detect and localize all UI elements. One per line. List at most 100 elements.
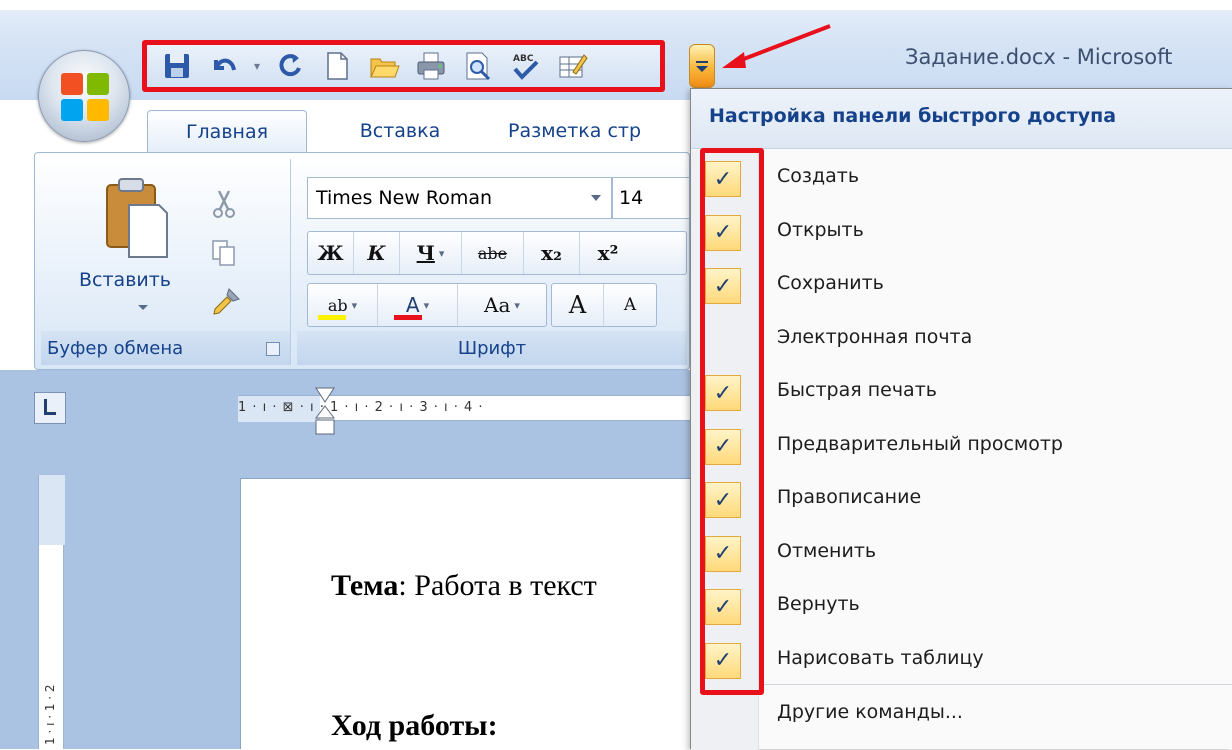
tab-page-layout[interactable]: Разметка стр — [508, 110, 690, 152]
menu-item[interactable]: ✓ Вернуть — [691, 581, 1232, 635]
paste-button[interactable]: Вставить — [79, 269, 171, 291]
menu-item[interactable]: ✓ Сохранить — [691, 260, 1232, 314]
menu-item[interactable]: ✓ Предварительный просмотр — [691, 421, 1232, 475]
font-format-row: Ж К Ч ▾ abe x₂ x² — [307, 231, 687, 275]
draw-table-button[interactable] — [550, 47, 594, 85]
chevron-down-icon[interactable] — [591, 195, 601, 201]
clipboard-group-label: Буфер обмена — [41, 331, 290, 365]
font-color-row: ab ▾ A ▾ Aa ▾ — [307, 283, 547, 327]
menu-item-label: Отменить — [777, 539, 877, 562]
menu-item-label: Правописание — [777, 486, 922, 508]
customize-qat-button[interactable] — [689, 44, 715, 88]
ruler-ticks: 1 · ı · ⊠ · ı · 1 · ı · 2 · ı · 3 · ı · … — [238, 400, 484, 415]
format-painter-icon[interactable] — [211, 287, 241, 317]
underline-glyph: Ч — [416, 241, 435, 265]
vertical-ruler[interactable]: 1 · ı · 1 · 2 — [38, 475, 65, 749]
document-page[interactable]: Тема: Работа в текст Ход работы: — [240, 478, 690, 749]
paste-dropdown-arrow[interactable] — [138, 305, 148, 310]
menu-item-label: Предварительный просмотр — [777, 432, 1063, 455]
undo-dropdown-arrow[interactable]: ▾ — [249, 47, 265, 85]
cut-scissors-icon[interactable] — [211, 189, 237, 219]
printer-icon — [417, 52, 445, 80]
change-case-icon: Aa — [484, 293, 511, 317]
chevron-down-icon[interactable]: ▾ — [439, 247, 445, 260]
font-color-icon: A — [405, 293, 420, 317]
open-button[interactable] — [362, 47, 406, 85]
customize-qat-menu: Настройка панели быстрого доступа ✓ Созда… — [690, 88, 1232, 750]
dialog-launcher-icon[interactable] — [266, 342, 280, 356]
document-progress-heading: Ход работы: — [331, 709, 498, 742]
svg-text:ABC: ABC — [513, 54, 534, 64]
font-name-combobox[interactable]: Times New Roman — [307, 177, 612, 219]
clipboard-group-label-text: Буфер обмена — [47, 337, 184, 359]
subscript-button[interactable]: x₂ — [524, 232, 580, 274]
new-document-icon — [327, 52, 348, 80]
strikethrough-button[interactable]: abe — [462, 232, 524, 274]
menu-header: Настройка панели быстрого доступа — [691, 89, 1232, 149]
menu-item-label: Быстрая печать — [777, 379, 937, 401]
redo-icon — [279, 54, 301, 77]
menu-item-more-commands[interactable]: Другие команды... — [777, 701, 963, 723]
tab-insert[interactable]: Вставка — [330, 110, 470, 152]
new-document-button[interactable] — [315, 47, 359, 85]
print-preview-icon — [466, 52, 491, 81]
indent-marker-icon[interactable] — [314, 384, 336, 436]
font-size-step-row: A A — [551, 283, 657, 327]
highlighter-icon: ab — [327, 295, 348, 315]
clipboard-group: Вставить Буфер обмена — [41, 159, 291, 365]
shrink-font-button[interactable]: A — [604, 284, 656, 326]
annotation-arrow-icon — [722, 24, 831, 68]
quick-print-button[interactable] — [409, 47, 453, 85]
tab-selector-button[interactable] — [34, 392, 66, 424]
save-button[interactable] — [155, 47, 199, 85]
underline-button[interactable]: Ч ▾ — [400, 232, 462, 274]
menu-item-label: Нарисовать таблицу — [777, 646, 984, 669]
menu-item-label: Открыть — [777, 218, 864, 241]
menu-item[interactable]: Электронная почта — [691, 314, 1232, 368]
redo-button[interactable] — [268, 47, 312, 85]
text-highlight-button[interactable]: ab ▾ — [308, 284, 378, 326]
undo-button[interactable] — [202, 47, 246, 85]
save-icon — [165, 54, 189, 78]
ribbon-panel: Вставить Буфер обмена Times New Roman 14 — [34, 152, 690, 370]
grow-font-button[interactable]: A — [552, 284, 605, 326]
chevron-down-icon[interactable]: ▾ — [352, 299, 358, 312]
open-folder-icon — [370, 58, 400, 78]
vertical-ruler-ticks: 1 · ı · 1 · 2 — [43, 684, 57, 745]
spelling-button[interactable]: ABC — [503, 47, 547, 85]
annotation-checkmarks-highlight — [700, 148, 764, 695]
draw-table-icon — [559, 54, 588, 78]
window-title: Задание.docx - Microsoft — [905, 45, 1173, 69]
font-color-button[interactable]: A ▾ — [378, 284, 458, 326]
menu-item[interactable]: ✓ Создать — [691, 153, 1232, 207]
change-case-button[interactable]: Aa ▾ — [458, 284, 546, 326]
title-bar-top-edge — [0, 0, 1232, 10]
font-size-combobox[interactable]: 14 — [612, 177, 689, 219]
menu-separator — [761, 684, 1232, 685]
superscript-button[interactable]: x² — [580, 232, 636, 274]
horizontal-ruler[interactable]: 1 · ı · ⊠ · ı · 1 · ı · 2 · ı · 3 · ı · … — [238, 395, 690, 422]
font-size-value: 14 — [619, 187, 644, 209]
customize-qat-bar — [696, 60, 708, 63]
font-group-label: Шрифт — [297, 331, 687, 365]
menu-item[interactable]: ✓ Правописание — [691, 474, 1232, 528]
menu-item[interactable]: ✓ Быстрая печать — [691, 367, 1232, 421]
bold-button[interactable]: Ж — [308, 232, 354, 274]
print-preview-button[interactable] — [456, 47, 500, 85]
font-color-swatch — [394, 315, 422, 320]
chevron-down-icon[interactable]: ▾ — [514, 299, 520, 312]
italic-button[interactable]: К — [354, 232, 400, 274]
tab-home[interactable]: Главная — [147, 110, 307, 152]
chevron-down-icon[interactable]: ▾ — [424, 299, 430, 312]
topic-label: Тема — [331, 569, 399, 602]
menu-item-label: Электронная почта — [777, 325, 973, 348]
font-group: Times New Roman 14 Ж К Ч ▾ abe x₂ x² ab … — [297, 159, 689, 365]
paste-clipboard-icon[interactable] — [101, 175, 173, 261]
menu-item[interactable]: ✓ Отменить — [691, 528, 1232, 582]
topic-text: : Работа в текст — [398, 569, 597, 602]
menu-header-title: Настройка панели быстрого доступа — [709, 105, 1117, 127]
copy-icon[interactable] — [211, 239, 237, 267]
menu-item[interactable]: ✓ Открыть — [691, 207, 1232, 261]
menu-item[interactable]: ✓ Нарисовать таблицу — [691, 635, 1232, 689]
undo-icon — [214, 58, 236, 71]
